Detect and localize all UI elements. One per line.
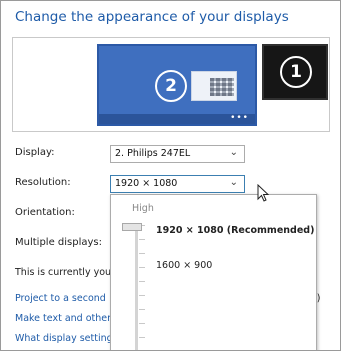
display-select[interactable]: 2. Philips 247EL ⌄ xyxy=(110,145,245,163)
keypad-grid xyxy=(210,78,234,96)
resolution-slider-thumb[interactable] xyxy=(122,223,142,231)
monitor-number-badge: 2 xyxy=(155,70,187,102)
slider-ticks xyxy=(139,225,145,350)
resolution-select[interactable]: 1920 × 1080 (Recommended) ⌄ xyxy=(110,175,245,205)
taskbar-strip: ••• xyxy=(99,113,255,124)
resolution-option-recommended[interactable]: 1920 × 1080 (Recommended) xyxy=(156,225,314,236)
calculator-icon xyxy=(191,71,237,101)
current-display-info: This is currently you xyxy=(15,267,112,278)
resolution-slider-track[interactable] xyxy=(135,223,138,350)
page-title: Change the appearance of your displays xyxy=(15,9,289,25)
monitor-arrangement-area: 2 ••• 1 xyxy=(12,37,330,132)
chevron-down-icon: ⌄ xyxy=(229,177,238,188)
monitor-number-badge: 1 xyxy=(280,56,312,88)
monitor-2-tile[interactable]: 2 ••• xyxy=(97,44,257,126)
display-settings-help-link[interactable]: What display setting xyxy=(15,333,113,344)
orientation-label: Orientation: xyxy=(15,207,75,218)
monitor-1-tile[interactable]: 1 xyxy=(262,44,328,100)
resolution-label: Resolution: xyxy=(15,177,71,188)
monitor-dots: ••• xyxy=(230,113,249,123)
mouse-cursor-icon xyxy=(257,184,270,202)
display-select-value: 2. Philips 247EL xyxy=(115,148,191,159)
multiple-displays-label: Multiple displays: xyxy=(15,237,102,248)
display-settings-window: Change the appearance of your displays 2… xyxy=(0,0,341,351)
text-size-link[interactable]: Make text and other xyxy=(15,313,111,324)
slider-high-label: High xyxy=(132,203,154,214)
chevron-down-icon: ⌄ xyxy=(229,147,238,158)
resolution-option[interactable]: 1600 × 900 xyxy=(156,260,212,271)
display-label: Display: xyxy=(15,147,55,158)
resolution-dropdown-panel: High 1920 × 1080 (Recommended) 1600 × 90… xyxy=(110,194,317,350)
project-link[interactable]: Project to a second xyxy=(15,293,106,304)
